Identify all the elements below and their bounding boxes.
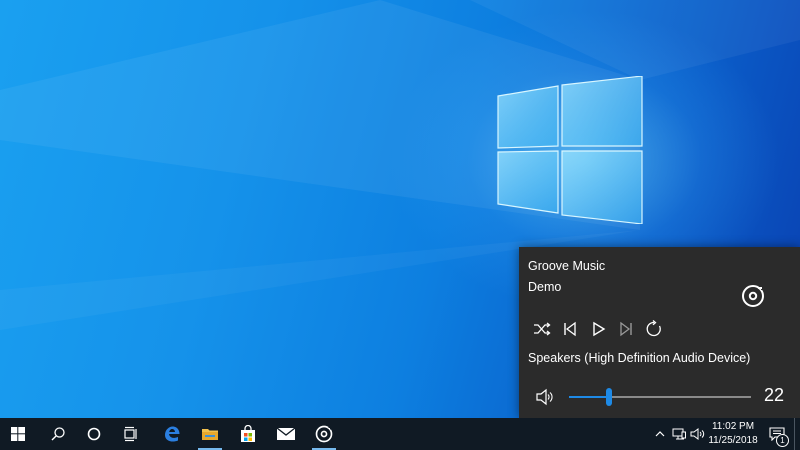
speaker-volume-icon[interactable]	[535, 388, 555, 406]
audio-device-name[interactable]: Speakers (High Definition Audio Device)	[528, 351, 750, 365]
volume-slider[interactable]	[569, 387, 751, 407]
cortana-button[interactable]	[76, 418, 112, 450]
mail-icon	[276, 427, 296, 440]
chevron-up-icon	[655, 431, 665, 437]
windows-start-icon	[11, 427, 25, 441]
task-view-icon	[124, 426, 137, 442]
notification-count-badge: 1	[776, 434, 789, 447]
taskbar: 11:02 PM 11/25/2018 1	[0, 418, 800, 450]
network-icon	[672, 428, 686, 440]
store-icon	[241, 425, 255, 442]
task-view-button[interactable]	[113, 418, 149, 450]
clock-date: 11/25/2018	[708, 435, 758, 446]
taskbar-clock[interactable]: 11:02 PM 11/25/2018	[700, 420, 766, 448]
show-desktop-button[interactable]	[794, 418, 800, 450]
play-icon[interactable]	[589, 320, 607, 338]
taskbar-edge[interactable]	[154, 418, 190, 450]
start-button[interactable]	[0, 418, 36, 450]
taskbar-file-explorer[interactable]	[192, 418, 228, 450]
media-app-name: Groove Music	[528, 259, 606, 273]
search-button[interactable]	[40, 418, 76, 450]
file-explorer-icon	[202, 429, 218, 440]
shuffle-icon[interactable]	[533, 320, 551, 338]
search-icon	[51, 427, 65, 441]
volume-slider-thumb[interactable]	[606, 388, 613, 406]
show-hidden-icons-button[interactable]	[652, 418, 668, 450]
next-icon[interactable]	[617, 320, 635, 338]
volume-slider-fill	[569, 396, 610, 398]
previous-icon[interactable]	[561, 320, 579, 338]
windows-logo-wallpaper	[497, 76, 643, 224]
volume-value: 22	[763, 385, 784, 405]
groove-music-taskbar-icon	[315, 425, 333, 443]
taskbar-mail[interactable]	[268, 418, 304, 450]
media-track-title: Demo	[528, 280, 562, 294]
clock-time: 11:02 PM	[711, 421, 755, 432]
groove-music-icon[interactable]	[741, 284, 765, 308]
network-button[interactable]	[670, 418, 688, 450]
edge-icon	[165, 426, 180, 442]
taskbar-groove-music[interactable]	[306, 418, 342, 450]
volume-flyout: Groove Music Demo Speakers (High Definit…	[519, 247, 800, 418]
taskbar-store[interactable]	[230, 418, 266, 450]
repeat-icon[interactable]	[645, 320, 663, 338]
cortana-icon	[87, 427, 101, 441]
